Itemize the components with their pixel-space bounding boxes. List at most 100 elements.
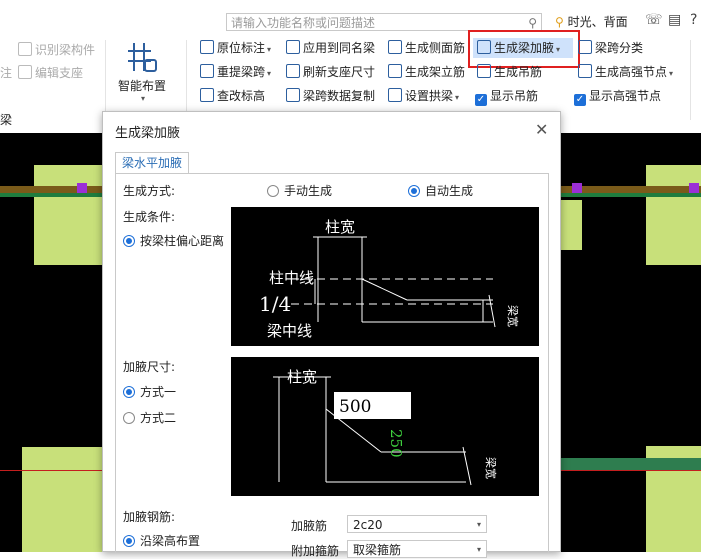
side-rebar-icon bbox=[388, 40, 402, 54]
smart-layout-button[interactable]: 智能布置 ▾ bbox=[112, 40, 172, 103]
eccentric-cond-label: 按梁柱偏心距离 bbox=[140, 234, 225, 248]
close-icon[interactable]: ✕ bbox=[535, 120, 548, 139]
span-classify-label: 梁跨分类 bbox=[595, 41, 644, 55]
refresh-icon bbox=[286, 64, 300, 78]
help-icon[interactable]: ? bbox=[690, 12, 697, 28]
annotation-icon bbox=[200, 40, 214, 54]
radio-checked-icon bbox=[408, 185, 420, 197]
check-elevation-label: 查改标高 bbox=[217, 89, 266, 103]
chevron-down-icon: ▾ bbox=[455, 93, 460, 102]
set-arch-beam-label: 设置拱梁 bbox=[405, 89, 454, 103]
rebar-select-value: 2c20 bbox=[353, 518, 383, 532]
diagram-col-center: 柱中线 bbox=[269, 269, 314, 287]
stirrup-select[interactable]: 取梁箍筋 ▾ bbox=[347, 540, 487, 558]
radio-unchecked-icon bbox=[267, 185, 279, 197]
apply-same-icon bbox=[286, 40, 300, 54]
tab-horizontal-haunch[interactable]: 梁水平加腋 bbox=[115, 152, 189, 173]
identify-beam-label: 识别梁构件 bbox=[35, 43, 96, 57]
diagram-ratio: 1/4 bbox=[259, 292, 291, 316]
gen-erection-rebar-label: 生成架立筋 bbox=[405, 65, 466, 79]
show-hs-node-checkbox[interactable]: ✓ 显示高强节点 bbox=[574, 86, 661, 106]
gen-hanger-rebar-label: 生成吊筋 bbox=[494, 65, 543, 79]
stirrup-field-label: 附加箍筋 bbox=[291, 544, 340, 558]
gen-hs-node-button[interactable]: 生成高强节点 ▾ bbox=[578, 62, 673, 82]
diagram2-side-mark: 梁宽 bbox=[484, 457, 498, 479]
chevron-down-icon: ▾ bbox=[267, 69, 272, 78]
column-block bbox=[646, 165, 701, 265]
elevation-icon bbox=[200, 88, 214, 102]
gen-side-rebar-button[interactable]: 生成侧面筋 bbox=[388, 38, 465, 58]
refresh-support-button[interactable]: 刷新支座尺寸 bbox=[286, 62, 375, 82]
diagram2-green-value: 250 bbox=[387, 429, 405, 458]
haunch-condition-diagram: 柱宽 柱中线 1/4 梁中线 梁宽 bbox=[231, 207, 539, 346]
copy-span-data-button[interactable]: 梁跨数据复制 bbox=[286, 86, 375, 106]
auto-gen-label: 自动生成 bbox=[425, 184, 474, 198]
diagram2-col-width: 柱宽 bbox=[287, 368, 317, 386]
headset-icon[interactable]: ☏ bbox=[645, 12, 663, 28]
edit-support-label: 编辑支座 bbox=[35, 66, 84, 80]
radio-checked-icon bbox=[123, 535, 135, 547]
user-name: 时光、背面 bbox=[567, 15, 628, 29]
manual-gen-radio[interactable]: 手动生成 bbox=[267, 182, 332, 199]
along-beam-label: 沿梁高布置 bbox=[140, 534, 201, 548]
eccentric-cond-radio[interactable]: 按梁柱偏心距离 bbox=[123, 232, 224, 249]
mode1-label: 方式一 bbox=[140, 385, 177, 399]
beam-node-marker bbox=[689, 183, 699, 193]
search-input[interactable]: 请输入功能名称或问题描述 ⚲ bbox=[226, 13, 542, 31]
edit-support-button[interactable]: 编辑支座 bbox=[18, 63, 83, 83]
diagram-beam-center: 梁中线 bbox=[267, 322, 312, 340]
check-elevation-button[interactable]: 查改标高 bbox=[200, 86, 265, 106]
set-arch-beam-button[interactable]: 设置拱梁 ▾ bbox=[388, 86, 459, 106]
user-avatar-icon: ⚲ bbox=[555, 15, 564, 29]
dialog-title: 生成梁加腋 bbox=[115, 126, 181, 141]
left-fragment-1: 注 bbox=[0, 66, 13, 80]
erection-rebar-icon bbox=[388, 64, 402, 78]
checkbox-checked-icon: ✓ bbox=[475, 94, 487, 106]
in-place-annotation-button[interactable]: 原位标注 ▾ bbox=[200, 38, 271, 58]
re-extract-span-button[interactable]: 重提梁跨 ▾ bbox=[200, 62, 271, 82]
mode2-label: 方式二 bbox=[140, 411, 177, 425]
chevron-down-icon: ▾ bbox=[140, 94, 145, 103]
search-placeholder: 请输入功能名称或问题描述 bbox=[231, 16, 376, 30]
re-extract-span-label: 重提梁跨 bbox=[217, 65, 266, 79]
along-beam-radio[interactable]: 沿梁高布置 bbox=[123, 532, 200, 549]
haunch-size-label: 加腋尺寸: bbox=[123, 360, 176, 374]
column-block bbox=[560, 200, 582, 250]
apply-same-beam-label: 应用到同名梁 bbox=[303, 41, 376, 55]
beam-node-marker bbox=[572, 183, 582, 193]
column-block bbox=[22, 447, 102, 552]
copy-span-icon bbox=[286, 88, 300, 102]
radio-unchecked-icon bbox=[123, 412, 135, 424]
gen-cond-label: 生成条件: bbox=[123, 210, 176, 224]
grid-layout-icon bbox=[128, 43, 157, 72]
refresh-support-label: 刷新支座尺寸 bbox=[303, 65, 376, 79]
apply-same-beam-button[interactable]: 应用到同名梁 bbox=[286, 38, 375, 58]
beam-line bbox=[560, 458, 701, 470]
show-hanger-checkbox[interactable]: ✓ 显示吊筋 bbox=[475, 86, 538, 106]
rebar-select[interactable]: 2c20 ▾ bbox=[347, 515, 487, 533]
auto-gen-radio[interactable]: 自动生成 bbox=[408, 182, 473, 199]
identify-beam-button[interactable]: 识别梁构件 bbox=[18, 40, 95, 60]
radio-checked-icon bbox=[123, 386, 135, 398]
span-classify-icon bbox=[578, 40, 592, 54]
chevron-down-icon: ▾ bbox=[267, 45, 272, 54]
checkbox-checked-icon: ✓ bbox=[574, 94, 586, 106]
re-extract-icon bbox=[200, 64, 214, 78]
rebar-field-label: 加腋筋 bbox=[291, 519, 328, 533]
haunch-size-value: 500 bbox=[339, 397, 371, 417]
gen-hanger-rebar-button[interactable]: 生成吊筋 bbox=[477, 62, 542, 82]
hanger-rebar-icon bbox=[477, 64, 491, 78]
gen-beam-haunch-dialog: 生成梁加腋 ✕ 梁水平加腋 生成方式: 手动生成 自动生成 生成条件: 按梁柱偏… bbox=[102, 111, 561, 558]
mode2-radio[interactable]: 方式二 bbox=[123, 409, 176, 426]
calculator-icon[interactable]: ▤ bbox=[668, 12, 681, 28]
arch-beam-icon bbox=[388, 88, 402, 102]
user-account[interactable]: ⚲ 时光、背面 bbox=[555, 13, 628, 30]
diagram-col-width: 柱宽 bbox=[325, 218, 355, 236]
span-classify-button[interactable]: 梁跨分类 bbox=[578, 38, 643, 58]
gen-side-rebar-label: 生成侧面筋 bbox=[405, 41, 466, 55]
left-fragment-2: 梁 bbox=[0, 113, 13, 127]
mode1-radio[interactable]: 方式一 bbox=[123, 383, 176, 400]
gen-erection-rebar-button[interactable]: 生成架立筋 bbox=[388, 62, 465, 82]
show-hs-node-label: 显示高强节点 bbox=[589, 89, 662, 103]
ribbon-divider bbox=[105, 40, 106, 120]
